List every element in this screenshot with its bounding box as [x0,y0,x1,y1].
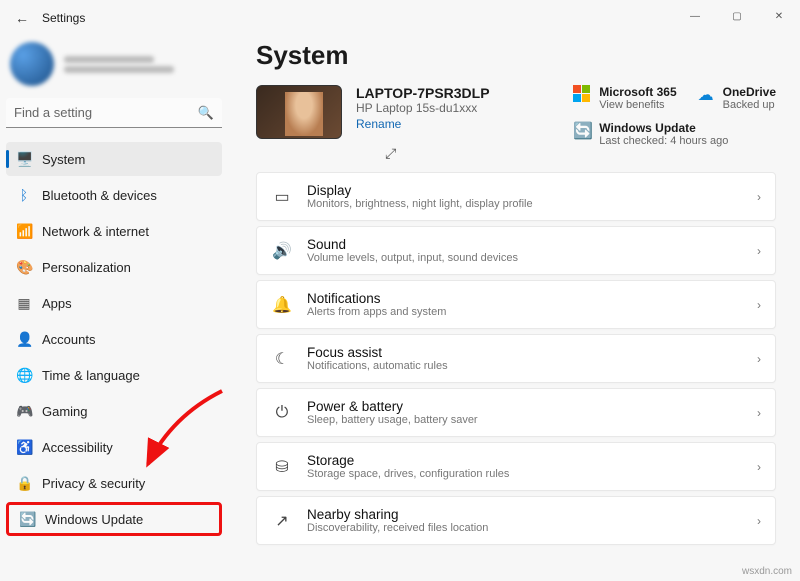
device-info: LAPTOP-7PSR3DLP HP Laptop 15s-du1xxx Ren… [356,85,490,131]
watermark: wsxdn.com [742,566,792,577]
share-icon: ↗ [271,511,293,531]
sidebar-item-label: Accessibility [42,440,113,455]
search-placeholder: Find a setting [14,105,92,120]
ms365-link[interactable]: Microsoft 365View benefits [573,85,676,111]
sidebar-item-label: Network & internet [42,224,149,239]
card-nearby-sharing[interactable]: ↗ Nearby sharingDiscoverability, receive… [256,496,776,545]
chevron-right-icon: › [757,190,761,204]
chevron-right-icon: › [757,514,761,528]
wifi-icon: 📶 [16,223,32,240]
search-input[interactable]: Find a setting 🔍 [6,98,222,128]
card-sound[interactable]: 🔊 SoundVolume levels, output, input, sou… [256,226,776,275]
sidebar-item-label: Apps [42,296,72,311]
sidebar-item-bluetooth[interactable]: ᛒ Bluetooth & devices [6,178,222,212]
bell-icon: 🔔 [271,295,293,315]
device-image [256,85,342,139]
sound-icon: 🔊 [271,241,293,261]
chevron-right-icon: › [757,298,761,312]
sidebar-item-windows-update[interactable]: 🔄 Windows Update [6,502,222,536]
chevron-right-icon: › [757,460,761,474]
update-icon: 🔄 [19,511,35,528]
globe-icon: 🌐 [16,367,32,384]
sidebar-item-label: Windows Update [45,512,143,527]
sidebar-item-time[interactable]: 🌐 Time & language [6,358,222,392]
chevron-right-icon: › [757,352,761,366]
hero-row: LAPTOP-7PSR3DLP HP Laptop 15s-du1xxx Ren… [256,85,776,162]
power-icon: ⏻ [271,404,293,422]
window-controls: ― ▢ ✕ [674,0,800,32]
search-icon: 🔍 [198,105,214,121]
paint-icon: 🎨 [16,259,32,276]
cloud-icon: ☁ [697,85,715,105]
back-button[interactable]: ← [8,10,36,26]
sidebar-item-network[interactable]: 📶 Network & internet [6,214,222,248]
storage-icon: ⛁ [271,457,293,477]
maximize-button[interactable]: ▢ [716,0,758,32]
card-notifications[interactable]: 🔔 NotificationsAlerts from apps and syst… [256,280,776,329]
hero-status: Microsoft 365View benefits ☁ OneDriveBac… [573,85,776,147]
sidebar-item-label: Privacy & security [42,476,145,491]
apps-icon: ▦ [16,295,32,312]
sidebar-item-system[interactable]: 🖥️ System [6,142,222,176]
gamepad-icon: 🎮 [16,403,32,420]
sidebar-item-label: Personalization [42,260,131,275]
card-focus-assist[interactable]: ☾ Focus assistNotifications, automatic r… [256,334,776,383]
accounts-icon: 👤 [16,331,32,348]
onedrive-link[interactable]: ☁ OneDriveBacked up [697,85,776,111]
sidebar-item-label: Bluetooth & devices [42,188,157,203]
sidebar-item-label: System [42,152,85,167]
sidebar-item-personalization[interactable]: 🎨 Personalization [6,250,222,284]
sidebar-item-label: Gaming [42,404,88,419]
display-icon: ▭ [271,187,293,207]
sidebar-item-label: Accounts [42,332,95,347]
sidebar-item-accounts[interactable]: 👤 Accounts [6,322,222,356]
card-power[interactable]: ⏻ Power & batterySleep, battery usage, b… [256,388,776,437]
sidebar-item-apps[interactable]: ▦ Apps [6,286,222,320]
minimize-button[interactable]: ― [674,0,716,32]
close-button[interactable]: ✕ [758,0,800,32]
system-icon: 🖥️ [16,151,32,168]
windows-update-link[interactable]: 🔄 Windows UpdateLast checked: 4 hours ag… [573,121,776,147]
update-icon: 🔄 [573,121,591,141]
window-title: Settings [42,11,85,25]
main-content: System LAPTOP-7PSR3DLP HP Laptop 15s-du1… [228,36,800,581]
shield-icon: 🔒 [16,475,32,492]
moon-icon: ☾ [271,349,293,369]
chevron-right-icon: › [757,406,761,420]
accessibility-icon: ♿ [16,439,32,456]
card-storage[interactable]: ⛁ StorageStorage space, drives, configur… [256,442,776,491]
bluetooth-icon: ᛒ [16,187,32,203]
page-title: System [256,40,776,71]
avatar [10,42,54,86]
nav: 🖥️ System ᛒ Bluetooth & devices 📶 Networ… [6,142,222,536]
device-model: HP Laptop 15s-du1xxx [356,101,490,115]
user-account-button[interactable] [6,36,222,94]
settings-cards: ▭ DisplayMonitors, brightness, night lig… [256,172,776,545]
sidebar: Find a setting 🔍 🖥️ System ᛒ Bluetooth &… [0,36,228,581]
pin-icon[interactable]: ⤢ [292,145,490,162]
sidebar-item-label: Time & language [42,368,140,383]
sidebar-item-accessibility[interactable]: ♿ Accessibility [6,430,222,464]
user-text [64,56,174,73]
sidebar-item-gaming[interactable]: 🎮 Gaming [6,394,222,428]
titlebar: ← Settings ― ▢ ✕ [0,0,800,36]
card-display[interactable]: ▭ DisplayMonitors, brightness, night lig… [256,172,776,221]
device-block: LAPTOP-7PSR3DLP HP Laptop 15s-du1xxx Ren… [256,85,490,162]
microsoft-icon [573,85,591,102]
device-name: LAPTOP-7PSR3DLP [356,85,490,101]
rename-link[interactable]: Rename [356,117,490,131]
chevron-right-icon: › [757,244,761,258]
sidebar-item-privacy[interactable]: 🔒 Privacy & security [6,466,222,500]
